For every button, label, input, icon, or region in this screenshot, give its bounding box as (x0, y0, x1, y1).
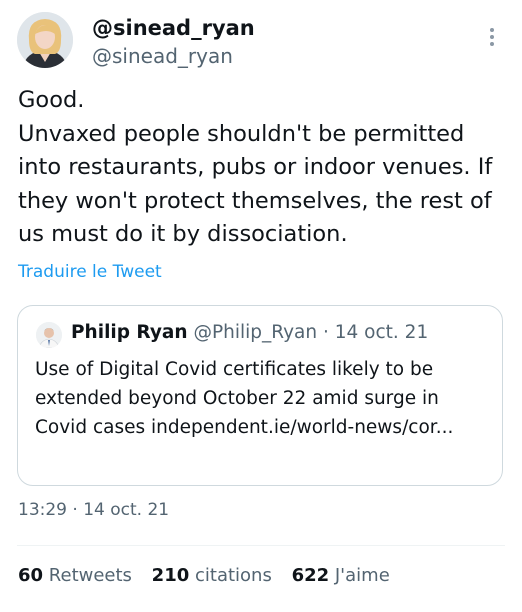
likes-label: J'aime (334, 565, 390, 586)
divider (17, 545, 505, 546)
translate-link[interactable]: Traduire le Tweet (18, 262, 162, 282)
quotes-label: citations (194, 565, 272, 586)
tweet-text: Good. Unvaxed people shouldn't be permit… (18, 87, 493, 247)
quote-text: Use of Digital Covid certificates likely… (35, 359, 454, 438)
tweet-stats: 60 Retweets 210 citations 622 J'aime (18, 565, 404, 586)
retweets-label: Retweets (48, 565, 132, 586)
quotes-count: 210 (151, 565, 190, 586)
author-display-name[interactable]: @sinead_ryan (92, 16, 255, 40)
likes-count: 622 (291, 565, 330, 586)
more-dot (490, 28, 494, 32)
more-dot (490, 42, 494, 46)
quote-header: Philip Ryan @Philip_Ryan · 14 oct. 21 (71, 322, 428, 343)
likes-stat[interactable]: 622 J'aime (292, 565, 390, 586)
more-icon[interactable] (482, 26, 502, 52)
more-dot (490, 35, 494, 39)
tweet-timestamp[interactable]: 13:29 · 14 oct. 21 (18, 500, 169, 520)
tweet: @sinead_ryan @sinead_ryan Good. Unvaxed … (0, 0, 522, 612)
quote-author-name[interactable]: Philip Ryan (71, 322, 188, 343)
retweets-stat[interactable]: 60 Retweets (18, 565, 132, 586)
author-handle[interactable]: @sinead_ryan (92, 44, 233, 68)
quote-author-meta: @Philip_Ryan · 14 oct. 21 (193, 322, 429, 343)
quote-author-avatar (36, 322, 62, 348)
retweets-count: 60 (18, 565, 44, 586)
quotes-stat[interactable]: 210 citations (152, 565, 272, 586)
author-avatar[interactable] (17, 12, 73, 68)
quoted-tweet-card[interactable]: Philip Ryan @Philip_Ryan · 14 oct. 21 Us… (17, 305, 503, 486)
